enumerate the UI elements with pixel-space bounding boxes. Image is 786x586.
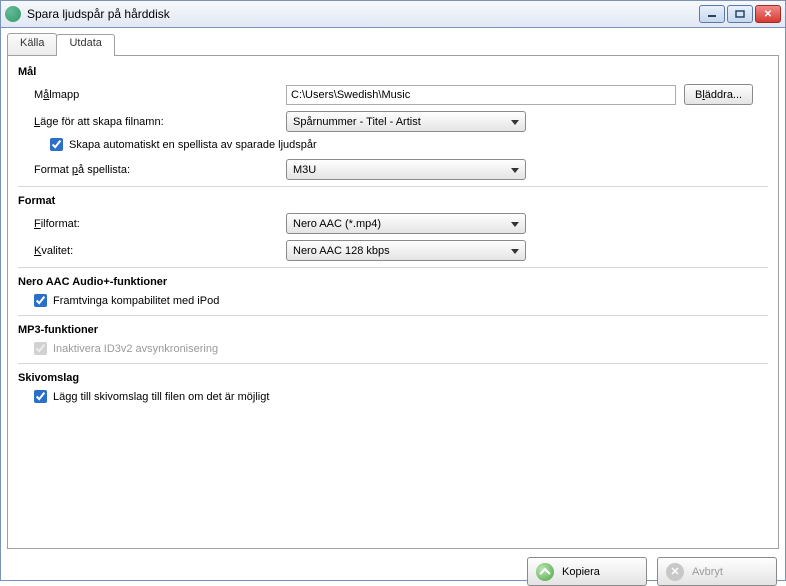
close-button[interactable]: ✕ (755, 5, 781, 23)
add-albumart-input[interactable] (34, 390, 47, 403)
tab-panel-utdata: Mål Målmapp Bläddra... Läge för att skap… (7, 55, 779, 549)
chevron-down-icon (511, 249, 519, 254)
add-albumart-checkbox[interactable]: Lägg till skivomslag till filen om det ä… (34, 390, 768, 403)
create-playlist-checkbox[interactable]: Skapa automatiskt en spellista av sparad… (50, 138, 768, 151)
playlist-format-select[interactable]: M3U (286, 159, 526, 180)
label-filename-mode: Läge för att skapa filnamn: (34, 116, 286, 128)
filename-mode-select[interactable]: Spårnummer - Titel - Artist (286, 111, 526, 132)
quality-value: Nero AAC 128 kbps (293, 245, 390, 257)
id3v2-input (34, 342, 47, 355)
section-heading-aac: Nero AAC Audio+-funktioner (18, 276, 768, 288)
section-heading-albumart: Skivomslag (18, 372, 768, 384)
label-target-dir: Målmapp (34, 89, 286, 101)
chevron-down-icon (511, 168, 519, 173)
id3v2-checkbox: Inaktivera ID3v2 avsynkronisering (34, 342, 768, 355)
label-file-format: Filformat: (34, 218, 286, 230)
ipod-compat-checkbox[interactable]: Framtvinga kompabilitet med iPod (34, 294, 768, 307)
label-quality: Kvalitet: (34, 245, 286, 257)
maximize-button[interactable] (727, 5, 753, 23)
file-format-select[interactable]: Nero AAC (*.mp4) (286, 213, 526, 234)
filename-mode-value: Spårnummer - Titel - Artist (293, 116, 421, 128)
ipod-compat-input[interactable] (34, 294, 47, 307)
app-icon (5, 6, 21, 22)
cancel-button[interactable]: Avbryt (657, 557, 777, 586)
dialog-footer: Kopiera Avbryt (7, 549, 779, 586)
tab-bar: Källa Utdata (7, 33, 779, 55)
cancel-icon (666, 563, 684, 581)
chevron-down-icon (511, 222, 519, 227)
tab-utdata[interactable]: Utdata (56, 34, 114, 56)
tab-kalla[interactable]: Källa (7, 33, 57, 55)
label-playlist-format: Format på spellista: (34, 164, 286, 176)
titlebar: Spara ljudspår på hårddisk ✕ (0, 0, 786, 28)
file-format-value: Nero AAC (*.mp4) (293, 218, 381, 230)
target-dir-input[interactable] (286, 85, 676, 105)
minimize-button[interactable] (699, 5, 725, 23)
copy-button[interactable]: Kopiera (527, 557, 647, 586)
browse-button[interactable]: Bläddra... (684, 84, 753, 105)
chevron-down-icon (511, 120, 519, 125)
copy-icon (536, 563, 554, 581)
playlist-format-value: M3U (293, 164, 316, 176)
section-heading-mp3: MP3-funktioner (18, 324, 768, 336)
create-playlist-input[interactable] (50, 138, 63, 151)
quality-select[interactable]: Nero AAC 128 kbps (286, 240, 526, 261)
section-heading-format: Format (18, 195, 768, 207)
section-heading-mal: Mål (18, 66, 768, 78)
window-title: Spara ljudspår på hårddisk (27, 7, 699, 21)
